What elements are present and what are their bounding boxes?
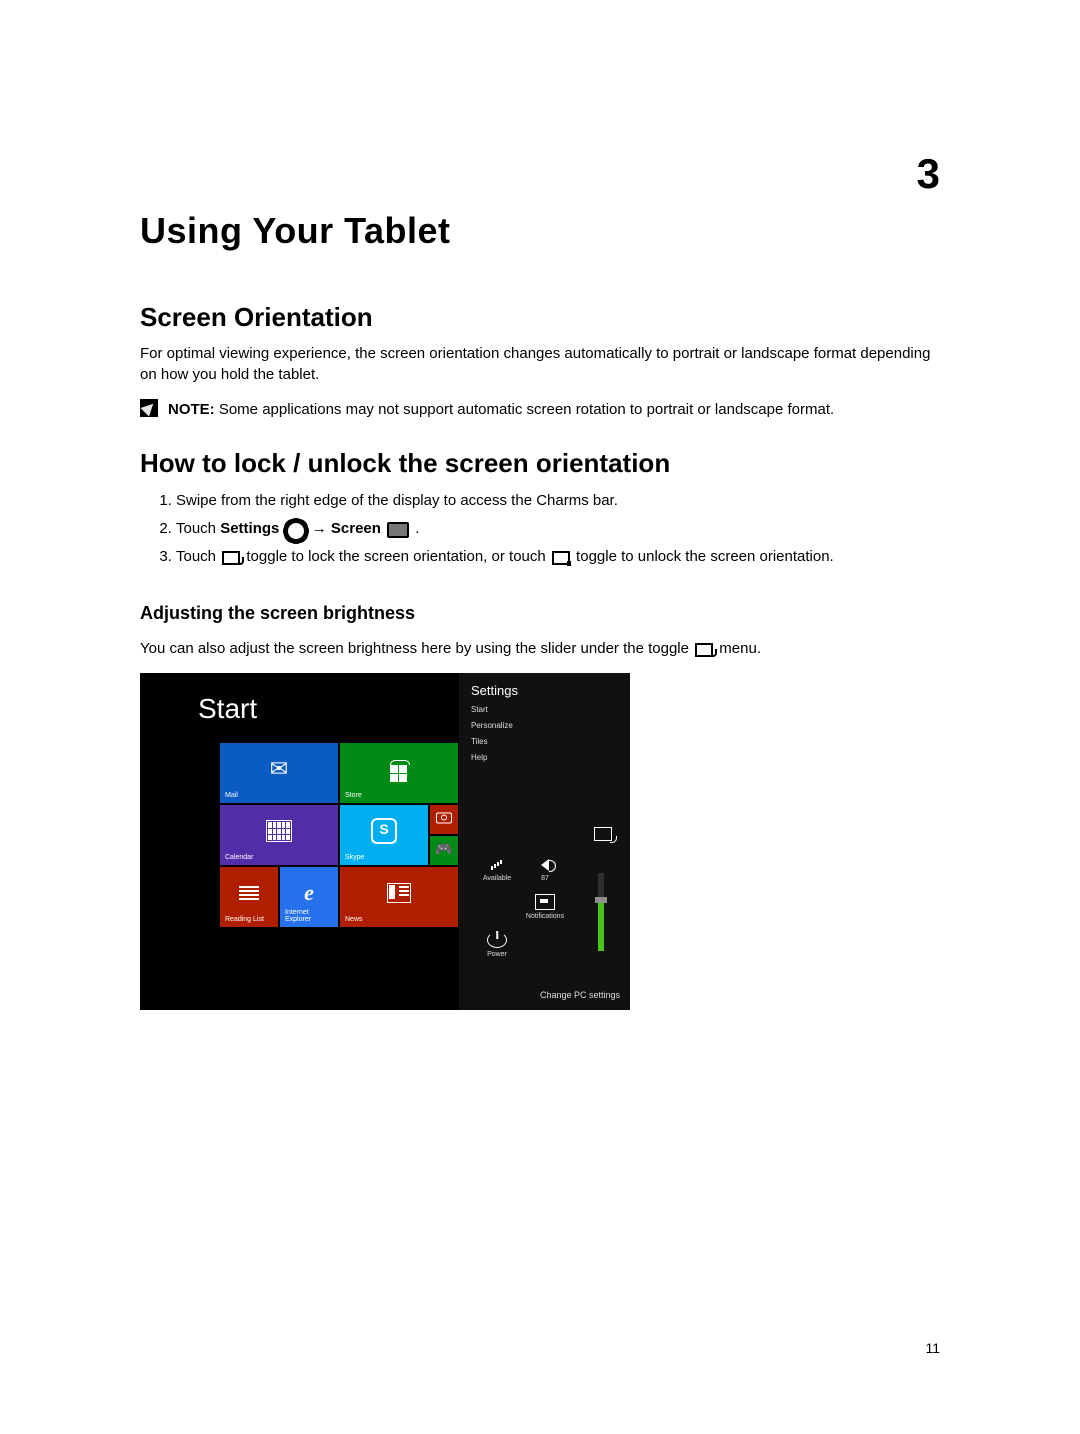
volume-value: 87 xyxy=(521,875,569,882)
settings-item-help: Help xyxy=(471,753,622,762)
step2-arrow: → xyxy=(308,520,331,537)
start-label: Start xyxy=(198,693,257,725)
tile-camera xyxy=(430,805,458,834)
rotation-toggle-icon xyxy=(594,827,612,841)
step2-text-a: Touch xyxy=(176,520,220,537)
brightness-para-b: menu. xyxy=(715,640,761,657)
manual-page: 3 Using Your Tablet Screen Orientation F… xyxy=(0,0,1080,1434)
speaker-icon xyxy=(536,858,554,872)
games-icon: 🎮 xyxy=(435,840,452,857)
mail-icon: ✉ xyxy=(270,756,288,782)
tile-label: Store xyxy=(345,792,362,799)
tile-skype: Skype S xyxy=(340,805,428,865)
settings-item-tiles: Tiles xyxy=(471,737,622,746)
section-screen-orientation: Screen Orientation xyxy=(140,302,945,333)
tile-mail: Mail ✉ xyxy=(220,743,338,803)
screen-icon xyxy=(387,522,409,538)
step-3: Touch toggle to lock the screen orientat… xyxy=(176,545,945,569)
step2-settings-label: Settings xyxy=(220,520,279,537)
step2-dot: . xyxy=(411,520,419,537)
steps-list: Swipe from the right edge of the display… xyxy=(140,489,945,569)
page-number: 11 xyxy=(925,1340,940,1356)
tile-news: News xyxy=(340,867,458,927)
gear-icon xyxy=(286,521,306,541)
step3-text-a: Touch xyxy=(176,548,220,565)
tile-label: Reading List xyxy=(225,916,264,923)
tile-label: Calendar xyxy=(225,854,253,861)
ie-icon: e xyxy=(304,880,314,906)
tile-reading-list: Reading List xyxy=(220,867,278,927)
cell-volume: 87 xyxy=(521,858,569,882)
notifications-label: Notifications xyxy=(521,913,569,920)
available-label: Available xyxy=(473,875,521,882)
rotation-lock-icon xyxy=(552,551,570,565)
tile-internet-explorer: Internet Explorer e xyxy=(280,867,338,927)
skype-icon: S xyxy=(371,818,397,844)
camera-icon xyxy=(436,812,452,823)
tile-label: Skype xyxy=(345,854,364,861)
power-label: Power xyxy=(473,951,521,958)
step-1: Swipe from the right edge of the display… xyxy=(176,489,945,513)
tile-label: Mail xyxy=(225,792,238,799)
slider-thumb xyxy=(595,897,607,903)
brightness-para-a: You can also adjust the screen brightnes… xyxy=(140,640,693,657)
cell-network: Available xyxy=(473,858,521,882)
power-icon xyxy=(487,932,507,948)
settings-title: Settings xyxy=(471,683,622,698)
brightness-slider xyxy=(598,873,604,951)
start-screen-illustration: Start Mail ✉ Store Calendar xyxy=(140,673,630,1010)
step2-screen-label: Screen xyxy=(331,520,381,537)
store-icon xyxy=(390,760,408,778)
brightness-para: You can also adjust the screen brightnes… xyxy=(140,638,945,659)
cell-spacer xyxy=(473,894,521,920)
slider-fill xyxy=(598,900,604,951)
reading-list-icon xyxy=(239,884,259,902)
subheading-brightness: Adjusting the screen brightness xyxy=(140,603,945,624)
note-block: NOTE: Some applications may not support … xyxy=(140,399,945,420)
settings-bottom-grid: Available 87 Notifications Power xyxy=(459,858,630,970)
tiles-area: Mail ✉ Store Calendar xyxy=(220,743,458,948)
cell-notifications: Notifications xyxy=(521,894,569,920)
tile-store: Store xyxy=(340,743,458,803)
change-pc-settings: Change PC settings xyxy=(540,990,620,1000)
step-2: Touch Settings → Screen . xyxy=(176,517,945,541)
calendar-icon xyxy=(266,820,292,842)
rotation-toggle-icon xyxy=(222,551,240,565)
wifi-bars-icon xyxy=(488,858,506,872)
settings-pane: Settings Start Personalize Tiles Help Av… xyxy=(459,673,630,1010)
tile-label: Internet Explorer xyxy=(285,909,333,923)
settings-item-start: Start xyxy=(471,705,622,714)
chapter-number: 3 xyxy=(917,150,940,198)
cell-power: Power xyxy=(473,932,521,958)
step3-text-c: toggle to unlock the screen orientation. xyxy=(572,548,834,565)
note-label: NOTE: xyxy=(168,401,215,418)
note-text: NOTE: Some applications may not support … xyxy=(168,399,834,420)
tile-calendar: Calendar xyxy=(220,805,338,865)
page-title: Using Your Tablet xyxy=(140,210,945,252)
step3-text-b: toggle to lock the screen orientation, o… xyxy=(242,548,550,565)
tile-games: 🎮 xyxy=(430,836,458,865)
note-body: Some applications may not support automa… xyxy=(215,401,834,418)
body-text: For optimal viewing experience, the scre… xyxy=(140,343,945,385)
rotation-toggle-icon xyxy=(695,643,713,657)
tile-label: News xyxy=(345,916,363,923)
note-icon xyxy=(140,399,158,417)
section-lock-unlock: How to lock / unlock the screen orientat… xyxy=(140,448,945,479)
news-icon xyxy=(387,883,411,903)
notifications-icon xyxy=(535,894,555,910)
settings-item-personalize: Personalize xyxy=(471,721,622,730)
